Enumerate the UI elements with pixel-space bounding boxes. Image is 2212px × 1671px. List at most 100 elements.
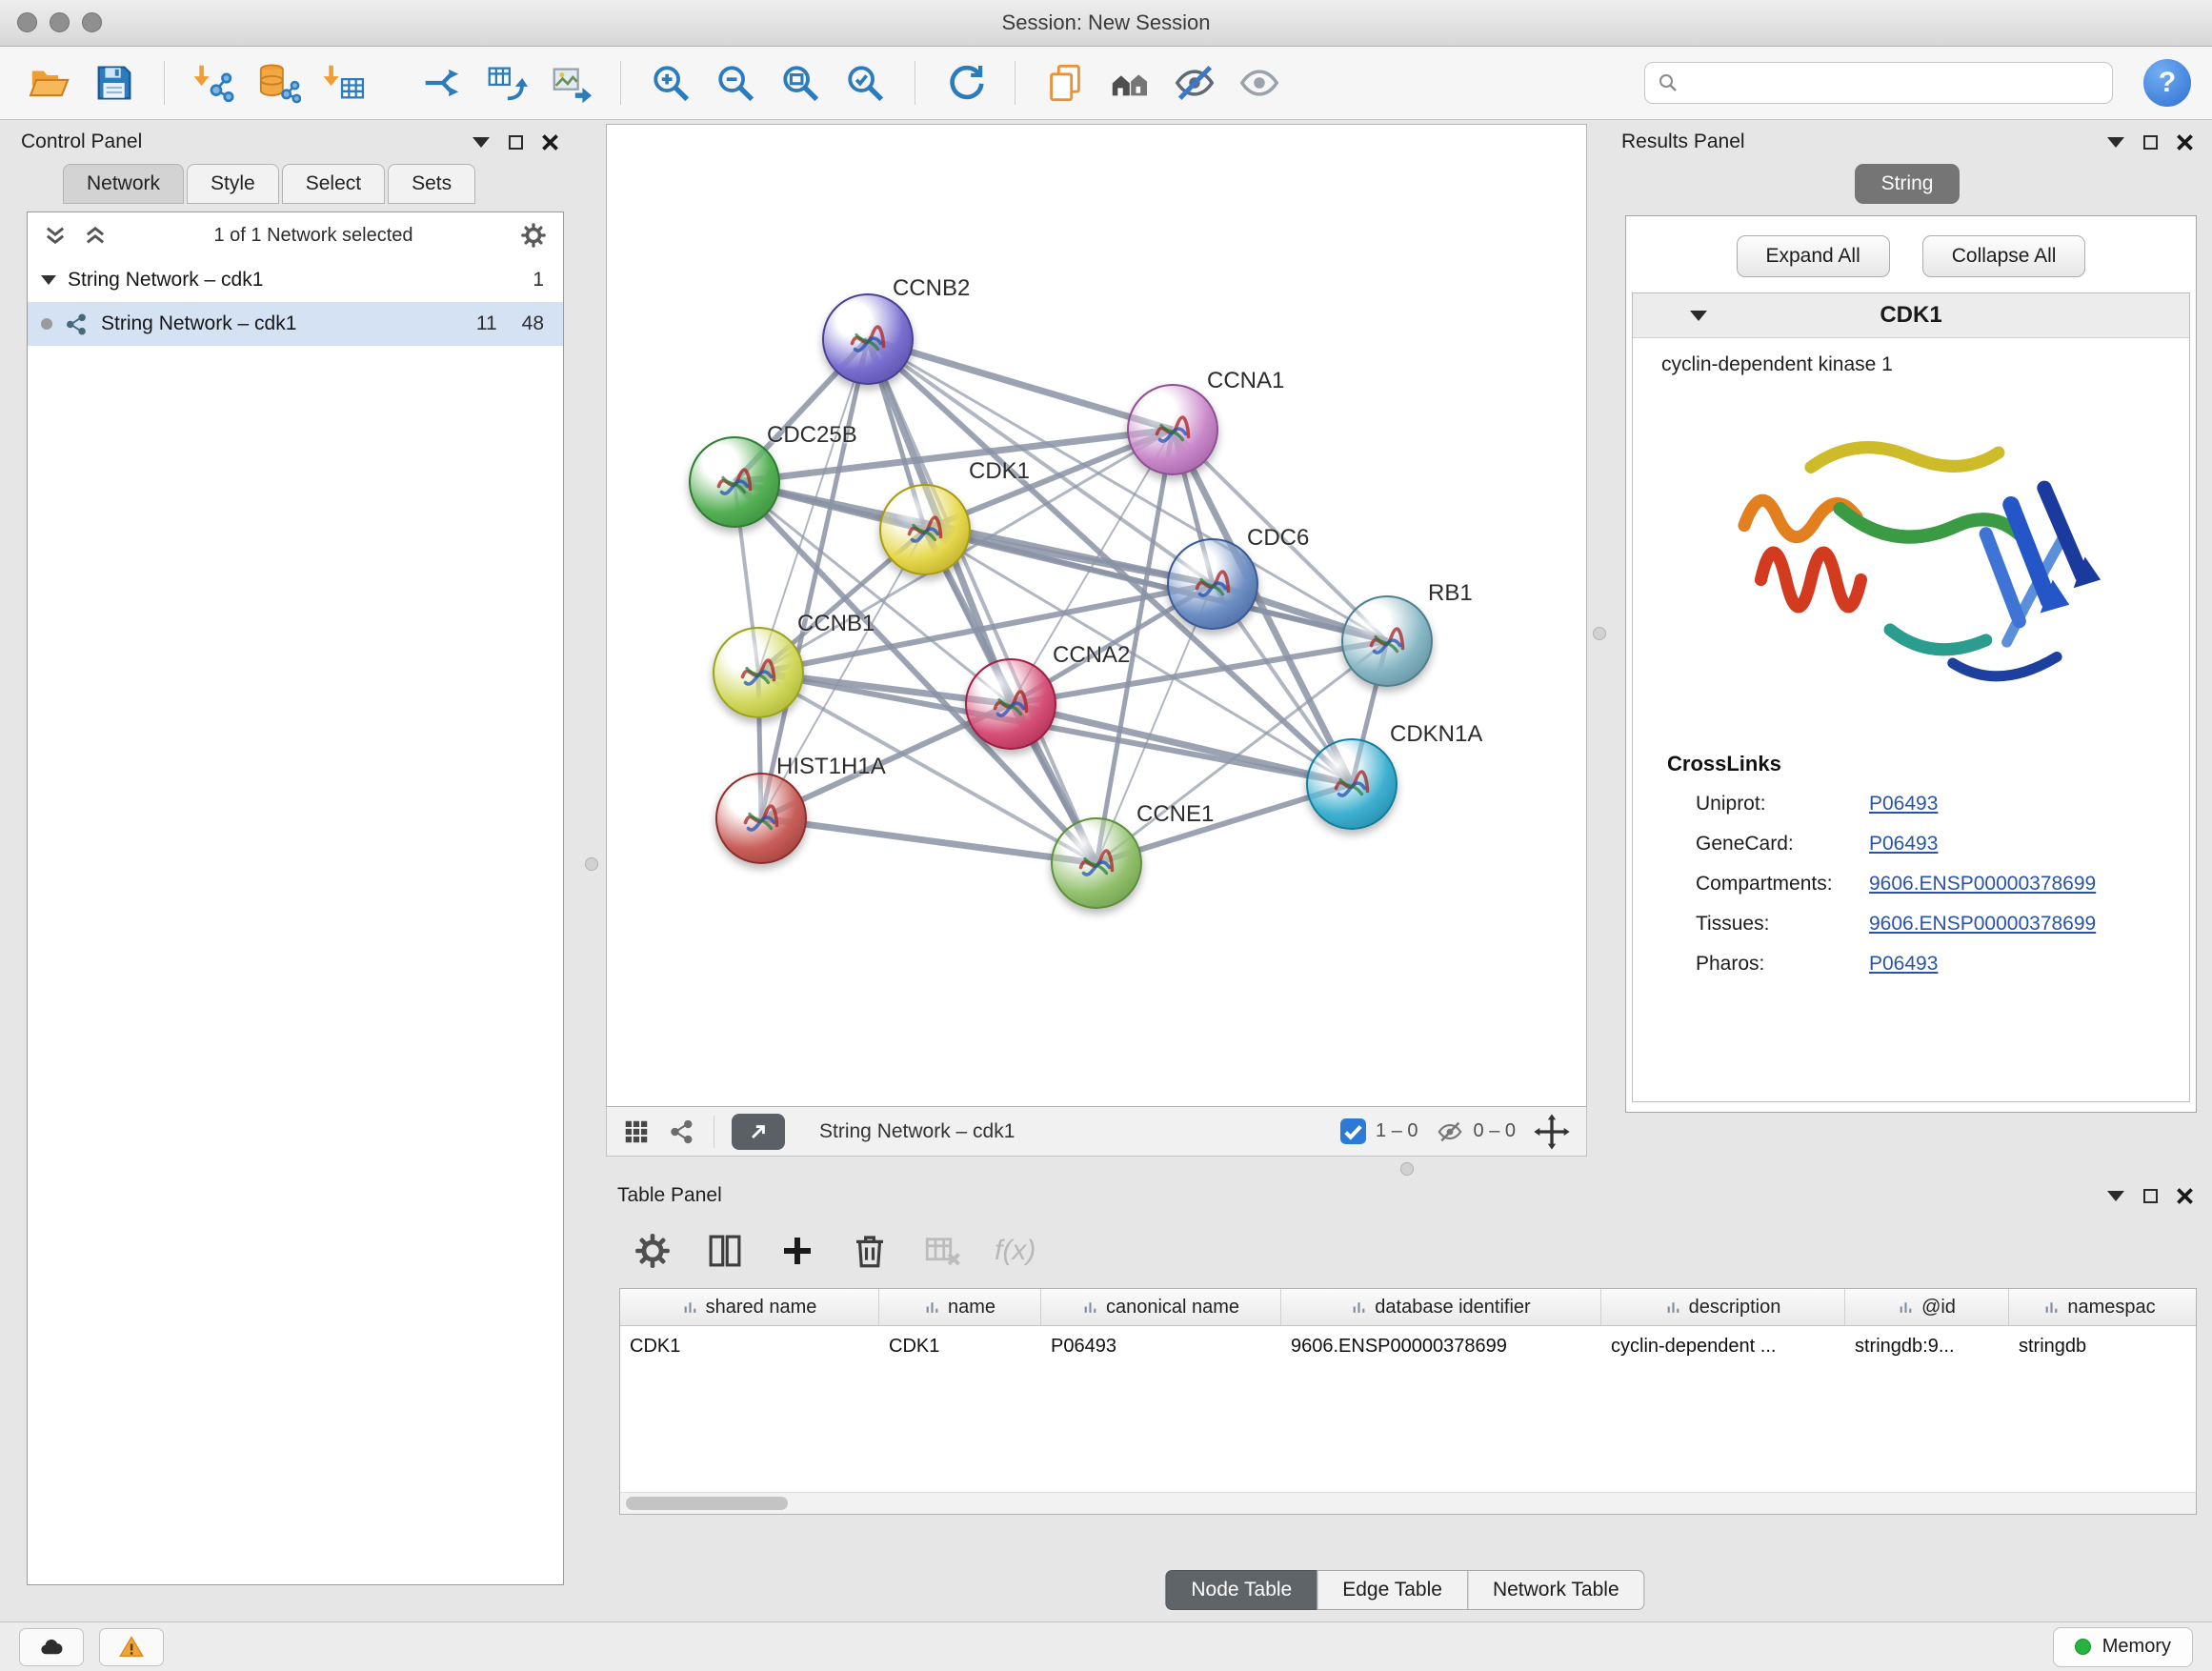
zoom-in-button[interactable] — [642, 54, 699, 111]
table-row[interactable]: CDK1 CDK1 P06493 9606.ENSP00000378699 cy… — [620, 1326, 2196, 1366]
network-node-cdk1[interactable] — [879, 484, 971, 575]
cell-id[interactable]: stringdb:9... — [1845, 1336, 2009, 1358]
tab-style[interactable]: Style — [187, 164, 279, 204]
zoom-selected-button[interactable] — [836, 54, 894, 111]
panel-float-icon[interactable] — [2143, 135, 2158, 150]
network-edge[interactable] — [868, 339, 1096, 863]
cell-shared-name[interactable]: CDK1 — [620, 1336, 879, 1358]
column-header-id[interactable]: @id — [1845, 1289, 2009, 1325]
crosslink-value-link[interactable]: 9606.ENSP00000378699 — [1869, 913, 2189, 936]
tab-sets[interactable]: Sets — [388, 164, 475, 204]
show-graphics-details-button[interactable] — [1231, 54, 1288, 111]
column-header-database-identifier[interactable]: database identifier — [1281, 1289, 1601, 1325]
network-node-hist1h1a[interactable] — [715, 773, 807, 864]
column-header-description[interactable]: description — [1601, 1289, 1845, 1325]
crosslink-value-link[interactable]: P06493 — [1869, 793, 2189, 815]
tab-select[interactable]: Select — [282, 164, 385, 204]
import-table-button[interactable] — [315, 54, 372, 111]
panel-float-icon[interactable] — [2143, 1189, 2158, 1203]
hidden-eye-slash-icon[interactable] — [1436, 1117, 1464, 1146]
network-node-cdc6[interactable] — [1167, 538, 1258, 630]
export-image-button[interactable] — [542, 54, 599, 111]
help-button[interactable]: ? — [2143, 59, 2191, 107]
show-columns-icon[interactable] — [705, 1231, 745, 1271]
panel-float-icon[interactable] — [509, 135, 523, 150]
network-node-ccna1[interactable] — [1127, 384, 1218, 475]
import-network-database-button[interactable] — [251, 54, 308, 111]
cell-description[interactable]: cyclin-dependent ... — [1601, 1336, 1845, 1358]
column-header-namespace[interactable]: namespac — [2009, 1289, 2190, 1325]
zoom-out-button[interactable] — [707, 54, 764, 111]
tab-network[interactable]: Network — [63, 164, 184, 204]
network-share-icon[interactable] — [668, 1117, 696, 1146]
column-header-canonical-name[interactable]: canonical name — [1041, 1289, 1281, 1325]
scrollbar-thumb[interactable] — [626, 1497, 788, 1510]
network-edge[interactable] — [1011, 704, 1352, 784]
panel-collapse-icon[interactable] — [2107, 1191, 2124, 1201]
panel-close-icon[interactable] — [542, 134, 558, 151]
open-session-button[interactable] — [21, 54, 78, 111]
section-collapse-icon[interactable] — [1690, 311, 1707, 321]
network-edge[interactable] — [761, 818, 1096, 863]
network-node-ccne1[interactable] — [1051, 817, 1142, 909]
expand-all-networks-icon[interactable] — [43, 223, 68, 248]
network-node-ccna2[interactable] — [965, 658, 1056, 750]
column-header-name[interactable]: name — [879, 1289, 1041, 1325]
panel-close-icon[interactable] — [2177, 1188, 2193, 1204]
cell-namespace[interactable]: stringdb — [2009, 1336, 2190, 1358]
network-edge[interactable] — [761, 339, 868, 818]
memory-button[interactable]: Memory — [2053, 1627, 2193, 1667]
network-node-rb1[interactable] — [1341, 595, 1433, 687]
column-header-shared-name[interactable]: shared name — [620, 1289, 879, 1325]
save-session-button[interactable] — [86, 54, 143, 111]
new-network-button[interactable] — [412, 54, 470, 111]
refresh-view-button[interactable] — [936, 54, 994, 111]
collapse-all-button[interactable]: Collapse All — [1922, 235, 2086, 277]
crosslink-value-link[interactable]: P06493 — [1869, 953, 2189, 976]
crosslink-value-link[interactable]: 9606.ENSP00000378699 — [1869, 873, 2189, 896]
tab-edge-table[interactable]: Edge Table — [1317, 1570, 1468, 1610]
collapse-all-networks-icon[interactable] — [83, 223, 108, 248]
tab-network-table[interactable]: Network Table — [1467, 1570, 1645, 1610]
network-node-ccnb2[interactable] — [822, 293, 914, 385]
collection-caret-icon[interactable] — [41, 275, 56, 285]
open-in-new-button[interactable] — [732, 1114, 785, 1150]
table-options-gear-icon[interactable] — [633, 1231, 673, 1271]
hide-graphics-details-button[interactable] — [1166, 54, 1223, 111]
apply-function-button[interactable]: f(x) — [995, 1235, 1036, 1267]
zoom-fit-button[interactable] — [772, 54, 829, 111]
network-node-cdc25b[interactable] — [689, 436, 780, 528]
network-canvas[interactable]: CCNB2CCNA1CDC25BCDK1CDC6RB1CCNB1CCNA2CDK… — [606, 124, 1587, 1107]
network-node-ccnb1[interactable] — [713, 627, 804, 718]
network-collection-row[interactable]: String Network – cdk1 1 — [28, 258, 563, 302]
cell-name[interactable]: CDK1 — [879, 1336, 1041, 1358]
copy-button[interactable] — [1036, 54, 1094, 111]
selected-checkbox[interactable] — [1340, 1118, 1366, 1144]
search-input[interactable] — [1687, 71, 2101, 95]
cell-database-identifier[interactable]: 9606.ENSP00000378699 — [1281, 1336, 1601, 1358]
network-options-gear-icon[interactable] — [519, 221, 548, 250]
clone-network-button[interactable] — [477, 54, 534, 111]
node-section-header[interactable]: CDK1 — [1633, 293, 2189, 338]
expand-all-button[interactable]: Expand All — [1737, 235, 1890, 277]
splitter-handle[interactable] — [585, 857, 598, 871]
network-node-cdkn1a[interactable] — [1306, 738, 1398, 830]
grid-view-icon[interactable] — [622, 1117, 651, 1146]
tab-node-table[interactable]: Node Table — [1165, 1570, 1317, 1610]
string-tab-badge[interactable]: String — [1855, 164, 1961, 204]
warnings-button[interactable] — [99, 1628, 164, 1666]
pan-crosshair-icon[interactable] — [1533, 1113, 1571, 1151]
splitter-handle[interactable] — [1593, 627, 1606, 640]
delete-column-icon[interactable] — [850, 1231, 890, 1271]
panel-collapse-icon[interactable] — [473, 137, 490, 148]
cloud-status-button[interactable] — [19, 1628, 84, 1666]
table-horizontal-scrollbar[interactable] — [620, 1492, 2196, 1514]
cell-canonical-name[interactable]: P06493 — [1041, 1336, 1281, 1358]
birdseye-button[interactable] — [1101, 54, 1158, 111]
panel-collapse-icon[interactable] — [2107, 137, 2124, 148]
network-row[interactable]: String Network – cdk1 11 48 — [28, 302, 563, 346]
delete-table-icon-disabled[interactable] — [922, 1231, 962, 1271]
splitter-handle[interactable] — [1400, 1162, 1414, 1176]
panel-close-icon[interactable] — [2177, 134, 2193, 151]
crosslink-value-link[interactable]: P06493 — [1869, 833, 2189, 856]
